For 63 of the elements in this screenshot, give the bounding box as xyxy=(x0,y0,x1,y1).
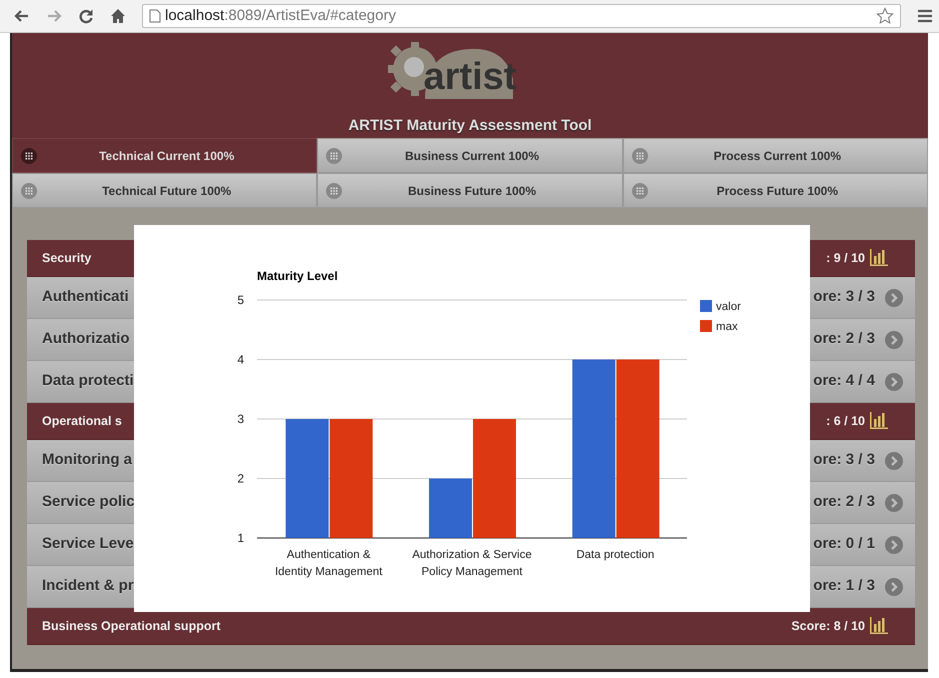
category-label: Data protection xyxy=(576,549,654,561)
category-tab[interactable]: Business Current 100% xyxy=(317,138,623,173)
criterion-name: Service Leve xyxy=(42,534,134,554)
criterion-score: ore: 2 / 3 xyxy=(813,492,875,512)
chevron-right-icon[interactable] xyxy=(885,372,903,390)
criterion-name: Data protecti xyxy=(42,371,134,392)
chevron-right-icon[interactable] xyxy=(885,578,903,596)
criterion-name: Incident & pr xyxy=(42,576,134,596)
chevron-right-icon[interactable] xyxy=(885,452,903,470)
category-tab[interactable]: Technical Current 100% xyxy=(12,138,318,173)
category-label: Authorization & Service Policy Management xyxy=(412,549,532,578)
chevron-right-icon[interactable] xyxy=(885,330,903,348)
category-tab[interactable]: Process Future 100% xyxy=(622,173,928,208)
chart-title: Maturity Level xyxy=(257,269,338,283)
section-title: Operational s xyxy=(42,412,122,430)
chevron-right-icon[interactable] xyxy=(885,494,903,512)
chevron-right-icon[interactable] xyxy=(885,536,903,554)
section-score: Score: 8 / 10 xyxy=(791,618,865,635)
section-score: : 9 / 10 xyxy=(826,250,865,267)
bar-chart-icon[interactable] xyxy=(869,412,889,430)
bar-chart-icon[interactable] xyxy=(869,617,889,635)
category-tab[interactable]: Business Future 100% xyxy=(317,173,623,208)
grid-icon xyxy=(21,182,37,198)
address-field[interactable]: localhost:8089/ArtistEva/#category xyxy=(142,4,901,28)
star-icon[interactable] xyxy=(876,7,894,25)
criterion-score: ore: 1 / 3 xyxy=(813,576,875,596)
axis-tick-label: 1 xyxy=(237,531,244,545)
grid-icon xyxy=(326,182,342,198)
app-title: ARTIST Maturity Assessment Tool xyxy=(348,116,592,136)
category-tab[interactable]: Technical Future 100% xyxy=(12,173,318,208)
axis-tick-label: 4 xyxy=(237,352,244,366)
back-icon[interactable] xyxy=(14,8,30,24)
reload-icon[interactable] xyxy=(78,8,94,24)
section-score: : 6 / 10 xyxy=(826,412,865,430)
category-tab[interactable]: Process Current 100% xyxy=(622,138,928,173)
home-icon[interactable] xyxy=(110,8,126,24)
legend-swatch xyxy=(700,320,712,332)
chevron-right-icon[interactable] xyxy=(885,288,903,306)
section-title: Business Operational support xyxy=(42,618,221,635)
criterion-score: ore: 0 / 1 xyxy=(813,534,875,554)
section-title: Security xyxy=(42,250,92,267)
criterion-name: Service polic xyxy=(42,492,135,512)
criterion-score: ore: 2 / 3 xyxy=(813,329,875,350)
criterion-score: ore: 3 / 3 xyxy=(813,450,875,470)
criterion-score: ore: 4 / 4 xyxy=(813,371,875,392)
criterion-name: Monitoring a xyxy=(42,450,132,470)
grid-icon xyxy=(632,148,648,164)
menu-icon[interactable] xyxy=(917,8,933,24)
grid-icon xyxy=(632,182,648,198)
legend-label: valor xyxy=(716,301,741,313)
criterion-name: Authenticati xyxy=(42,287,129,308)
bar-chart-icon[interactable] xyxy=(869,249,889,267)
axis-tick-label: 3 xyxy=(237,412,244,426)
grid-icon xyxy=(326,148,342,164)
category-label: Authentication & Identity Management xyxy=(274,549,382,578)
grid-icon xyxy=(21,148,37,164)
criterion-name: Authorizatio xyxy=(42,329,130,350)
axis-tick-label: 2 xyxy=(237,472,244,486)
legend-swatch xyxy=(700,300,712,312)
criterion-score: ore: 3 / 3 xyxy=(813,287,875,308)
page-icon xyxy=(149,9,161,23)
axis-tick-label: 5 xyxy=(237,293,244,307)
legend-label: max xyxy=(716,321,738,333)
